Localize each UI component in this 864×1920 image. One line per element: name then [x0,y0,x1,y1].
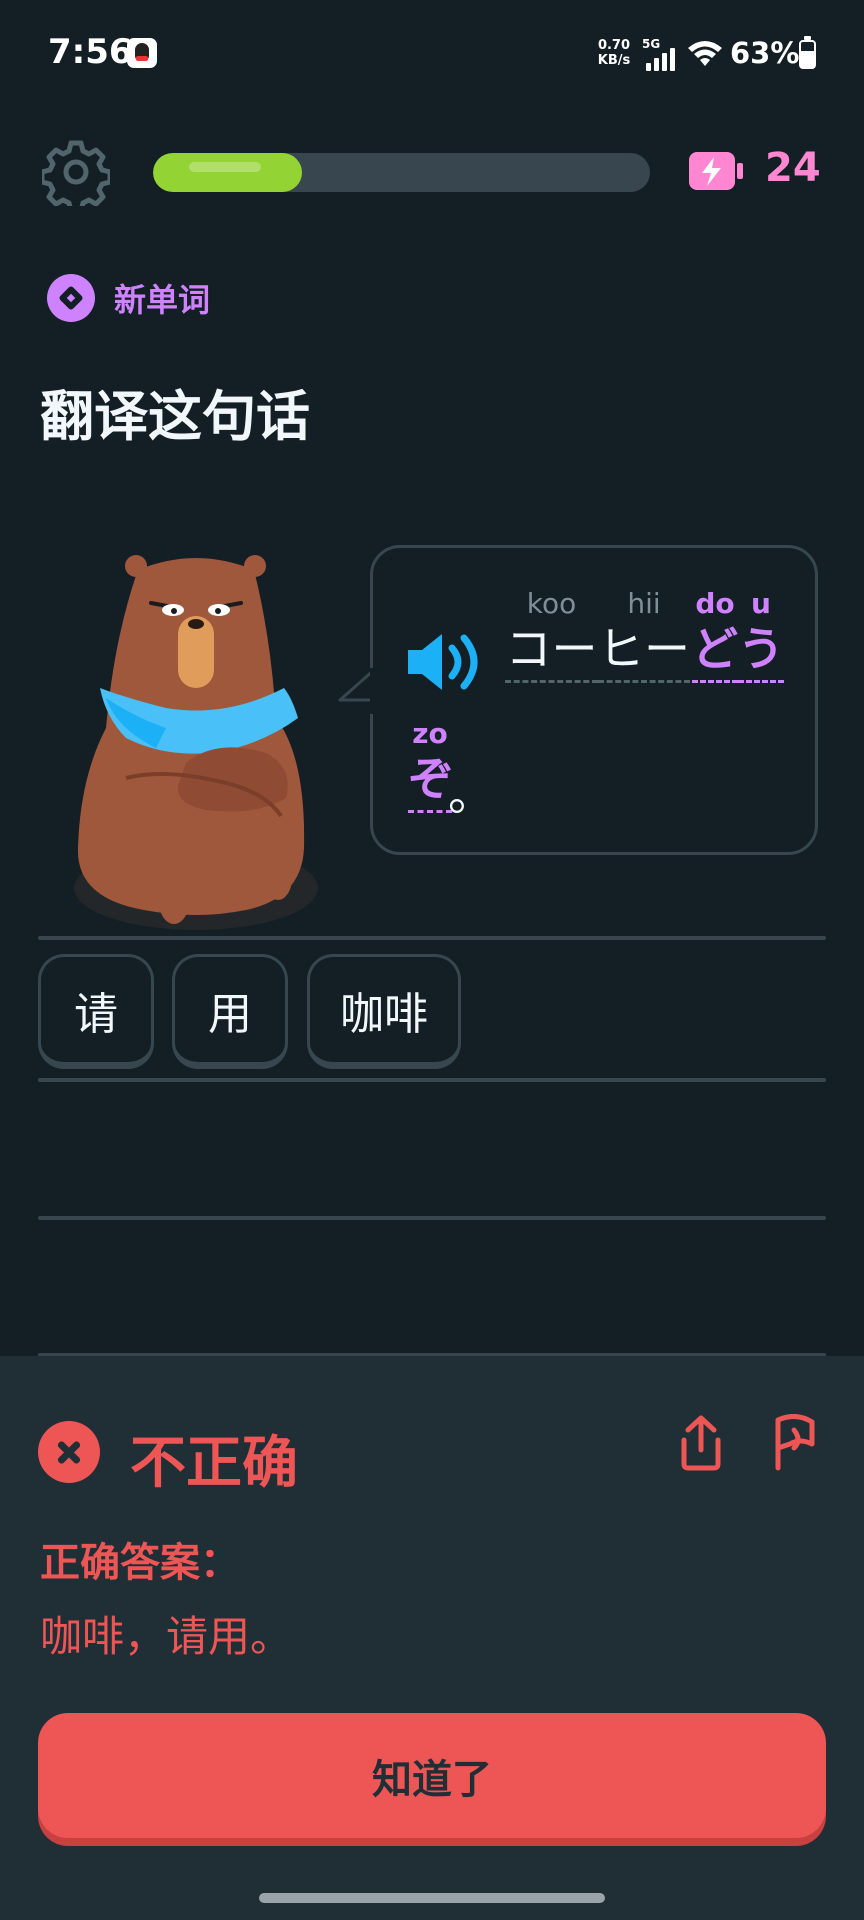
network-speed-unit: KB/s [597,53,631,68]
signal-icon: 5G [642,37,678,71]
battery-percent: 63% [730,36,800,70]
page-title: 翻译这句话 [40,385,310,448]
prompt-word-underline [408,810,452,813]
speaker-audio-icon[interactable] [406,630,486,694]
prompt-word-koo[interactable]: koo コー [505,588,598,683]
settings-gear-icon[interactable] [42,138,110,206]
energy-battery-icon[interactable] [687,150,745,192]
speech-bubble-tail [338,668,376,714]
prompt-word-text: ヒー [598,622,690,676]
prompt-word-u[interactable]: u う [738,588,784,683]
battery-icon [799,36,816,69]
answer-chip[interactable]: 用 [172,954,288,1069]
prompt-word-underline [598,680,690,683]
answer-line [38,1216,826,1220]
lesson-progress-fill [153,153,303,192]
answer-line [38,1078,826,1082]
share-icon[interactable] [676,1414,726,1472]
prompt-word-underline [692,680,738,683]
network-type-label: 5G [642,37,661,51]
status-bar: 7:56 0.70 KB/s 5G 63% [0,0,864,110]
answer-chip[interactable]: 请 [38,954,154,1069]
got-it-button[interactable]: 知道了 [38,1713,826,1838]
feedback-title: 不正确 [130,1431,298,1496]
prompt-word-text: ぞ [408,752,454,806]
prompt-word-text: ど [692,622,738,676]
answer-chip[interactable]: 咖啡 [307,954,461,1069]
prompt-word-zo[interactable]: zo ぞ [408,717,454,813]
prompt-furigana: zo [412,717,448,750]
energy-count: 24 [765,145,821,191]
correct-answer-text: 咖啡，请用。 [40,1612,293,1661]
report-flag-icon[interactable] [770,1414,820,1472]
prompt-word-text: コー [505,622,598,676]
status-time: 7:56 [48,32,133,72]
correct-answer-label: 正确答案： [40,1540,240,1586]
progress-highlight [189,162,261,172]
incorrect-x-icon [38,1421,100,1483]
wifi-icon [688,41,722,66]
prompt-furigana: hii [627,587,661,620]
new-word-icon [47,274,95,322]
prompt-punctuation: 。 [448,767,494,821]
prompt-furigana: u [751,587,771,620]
prompt-word-text: う [738,622,784,676]
prompt-word-underline [505,680,598,683]
qq-notification-icon [127,38,157,68]
prompt-word-do[interactable]: do ど [692,588,738,683]
network-speed: 0.70 KB/s [593,38,635,68]
prompt-word-hii[interactable]: hii ヒー [598,588,690,683]
prompt-word-underline [738,680,784,683]
prompt-furigana: koo [526,587,577,620]
home-indicator[interactable] [259,1893,605,1903]
lesson-progress-bar [153,153,650,192]
new-word-badge: 新单词 [47,274,210,322]
answer-line [38,936,826,940]
new-word-label: 新单词 [114,281,211,319]
prompt-furigana: do [695,587,735,620]
bear-character-illustration [74,555,318,930]
network-speed-value: 0.70 [597,38,631,53]
